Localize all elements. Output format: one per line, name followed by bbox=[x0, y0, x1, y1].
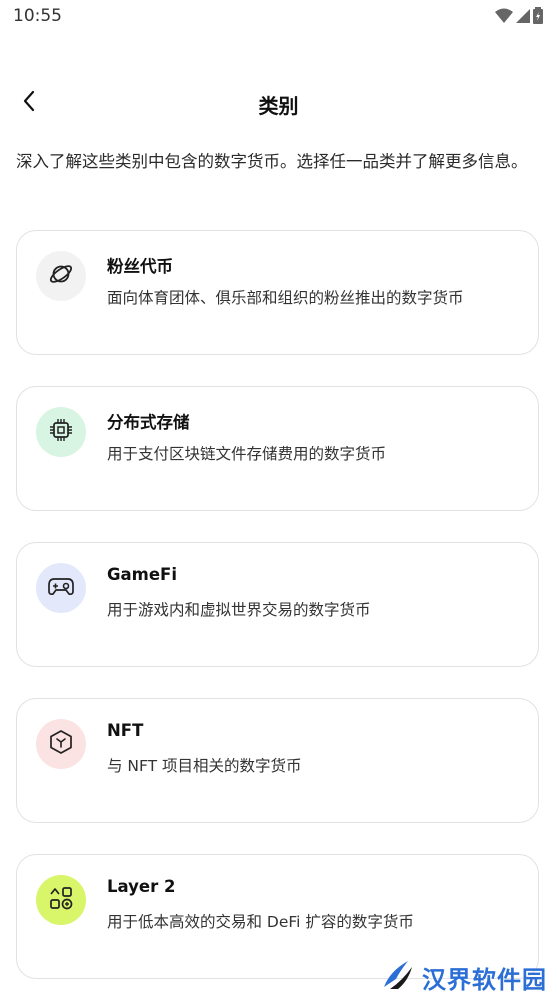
category-icon-container bbox=[36, 407, 86, 457]
category-list: 粉丝代币 面向体育团体、俱乐部和组织的粉丝推出的数字货币 分布式存储 用于支付区… bbox=[16, 230, 539, 1003]
planet-icon bbox=[48, 261, 74, 291]
category-description: 用于低本高效的交易和 DeFi 扩容的数字货币 bbox=[107, 913, 414, 931]
category-icon-container bbox=[36, 875, 86, 925]
category-description: 用于支付区块链文件存储费用的数字货币 bbox=[107, 445, 387, 463]
battery-icon bbox=[533, 7, 543, 28]
category-card-nft[interactable]: NFT 与 NFT 项目相关的数字货币 bbox=[16, 698, 539, 823]
status-bar: 10:55 bbox=[0, 0, 557, 32]
category-card-storage[interactable]: 分布式存储 用于支付区块链文件存储费用的数字货币 bbox=[16, 386, 539, 511]
category-description: 面向体育团体、俱乐部和组织的粉丝推出的数字货币 bbox=[107, 289, 464, 307]
chip-icon bbox=[48, 417, 74, 447]
watermark-logo-icon bbox=[380, 957, 416, 997]
cube-icon bbox=[48, 729, 74, 759]
watermark-text: 汉界软件园 bbox=[422, 965, 547, 994]
status-time: 10:55 bbox=[13, 6, 62, 26]
category-icon-container bbox=[36, 563, 86, 613]
status-icons bbox=[495, 7, 543, 28]
category-title: Layer 2 bbox=[107, 877, 176, 896]
intro-text: 深入了解这些类别中包含的数字货币。选择任一品类并了解更多信息。 bbox=[16, 152, 528, 171]
shapes-icon bbox=[48, 885, 74, 915]
category-description: 与 NFT 项目相关的数字货币 bbox=[107, 757, 302, 775]
category-title: NFT bbox=[107, 721, 144, 740]
category-card-fan-token[interactable]: 粉丝代币 面向体育团体、俱乐部和组织的粉丝推出的数字货币 bbox=[16, 230, 539, 355]
category-title: 粉丝代币 bbox=[107, 257, 173, 276]
category-card-gamefi[interactable]: GameFi 用于游戏内和虚拟世界交易的数字货币 bbox=[16, 542, 539, 667]
wifi-icon bbox=[495, 8, 513, 28]
page-title: 类别 bbox=[258, 94, 299, 118]
category-description: 用于游戏内和虚拟世界交易的数字货币 bbox=[107, 601, 371, 619]
watermark: 汉界软件园 bbox=[380, 957, 547, 997]
category-icon-container bbox=[36, 251, 86, 301]
header: 类别 bbox=[0, 82, 557, 124]
category-title: 分布式存储 bbox=[107, 413, 190, 432]
category-title: GameFi bbox=[107, 565, 177, 584]
gamepad-icon bbox=[47, 574, 75, 602]
category-icon-container bbox=[36, 719, 86, 769]
signal-icon bbox=[516, 8, 530, 28]
